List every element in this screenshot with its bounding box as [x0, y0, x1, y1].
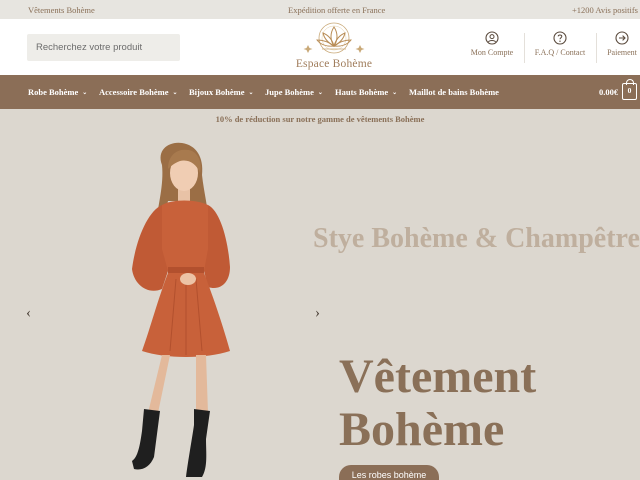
nav-item-hauts[interactable]: Hauts Bohème ⌄	[335, 87, 397, 97]
chevron-down-icon: ⌄	[392, 90, 398, 96]
promo-banner: 10% de réduction sur notre gamme de vête…	[0, 109, 640, 129]
nav-item-accessoire[interactable]: Accessoire Bohème ⌄	[99, 87, 178, 97]
nav-item-label: Robe Bohème	[28, 87, 79, 97]
chevron-down-icon: ⌄	[317, 90, 323, 96]
faq-contact-link[interactable]: F.A.Q / Contact	[530, 31, 590, 57]
site-header: Recherchez votre produit Espace Bohème M…	[0, 19, 640, 75]
account-link[interactable]: Mon Compte	[466, 31, 518, 57]
nav-item-label: Maillot de bains Bohème	[409, 87, 499, 97]
help-icon	[553, 31, 567, 45]
header-divider	[596, 33, 597, 63]
hero-model-image	[132, 142, 230, 477]
chevron-down-icon: ⌄	[172, 90, 178, 96]
shop-dresses-button[interactable]: Les robes bohème	[339, 465, 439, 480]
announcement-shipping: Expédition offerte en France	[288, 5, 386, 15]
cart-count: 0	[627, 86, 632, 95]
nav-item-bijoux[interactable]: Bijoux Bohème ⌄	[189, 87, 254, 97]
nav-item-label: Bijoux Bohème	[189, 87, 245, 97]
announcement-left: Vêtements Bohème	[28, 5, 95, 15]
slider-next-arrow[interactable]: ›	[315, 305, 320, 322]
arrow-right-circle-icon	[615, 31, 629, 45]
hero-title-line-1: Vêtement	[339, 350, 537, 403]
nav-item-label: Hauts Bohème	[335, 87, 389, 97]
site-logo[interactable]: Espace Bohème	[286, 21, 382, 73]
account-label: Mon Compte	[470, 48, 514, 57]
hero-slider: Stye Bohème & Champêtre ‹ › Vêtement Boh…	[0, 129, 640, 480]
lotus-icon	[303, 22, 365, 54]
cart-bag-icon[interactable]: 0	[622, 79, 637, 100]
announcement-bar: Vêtements Bohème Expédition offerte en F…	[0, 0, 640, 19]
slider-prev-arrow[interactable]: ‹	[26, 305, 31, 322]
nav-item-label: Accessoire Bohème	[99, 87, 169, 97]
main-navigation: Robe Bohème ⌄ Accessoire Bohème ⌄ Bijoux B…	[0, 75, 640, 109]
announcement-reviews: +1200 Avis positifs	[571, 5, 638, 15]
payment-link[interactable]: Paiement	[602, 31, 640, 57]
nav-item-jupe[interactable]: Jupe Bohème ⌄	[265, 87, 323, 97]
faq-label: F.A.Q / Contact	[534, 48, 586, 57]
nav-item-maillot[interactable]: Maillot de bains Bohème	[409, 87, 499, 97]
payment-label: Paiement	[607, 48, 637, 57]
nav-item-label: Jupe Bohème	[265, 87, 314, 97]
chevron-down-icon: ⌄	[248, 90, 254, 96]
nav-item-robe[interactable]: Robe Bohème ⌄	[28, 87, 87, 97]
header-divider	[524, 33, 525, 63]
chevron-down-icon: ⌄	[82, 90, 88, 96]
hero-title-line-2: Bohème	[339, 403, 505, 456]
cart-total[interactable]: 0.00€	[599, 87, 618, 97]
user-icon	[485, 31, 499, 45]
search-input[interactable]: Recherchez votre produit	[27, 34, 180, 61]
hero-subtitle: Stye Bohème & Champêtre	[313, 223, 640, 254]
logo-text: Espace Bohème	[295, 58, 373, 70]
